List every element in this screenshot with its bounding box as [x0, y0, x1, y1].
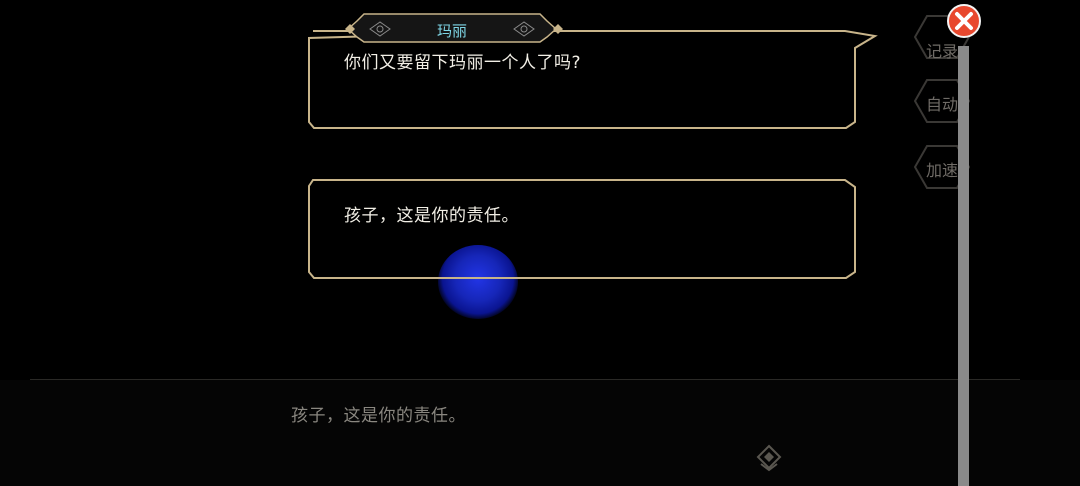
bottom-divider: [30, 379, 1020, 380]
scrollbar[interactable]: [958, 46, 969, 486]
dialog-line-1: 你们又要留下玛丽一个人了吗?: [344, 53, 582, 73]
bottom-dialog-text: 孩子，这是你的责任。: [291, 406, 466, 426]
dialog-bubble-1: [308, 30, 878, 129]
next-diamond-icon[interactable]: [755, 444, 783, 472]
speaker-name: 玛丽: [436, 22, 467, 40]
close-icon: [955, 12, 973, 30]
game-screen: 玛丽 你们又要留下玛丽一个人了吗? 孩子，这是你的责任。 孩子，这是你的责任。 …: [0, 0, 1080, 486]
close-button[interactable]: [947, 4, 981, 38]
bottom-panel: [0, 380, 1080, 486]
dialog-bubble-2: [308, 179, 856, 279]
dialog-line-2: 孩子，这是你的责任。: [344, 206, 519, 226]
blue-orb: [438, 245, 518, 319]
